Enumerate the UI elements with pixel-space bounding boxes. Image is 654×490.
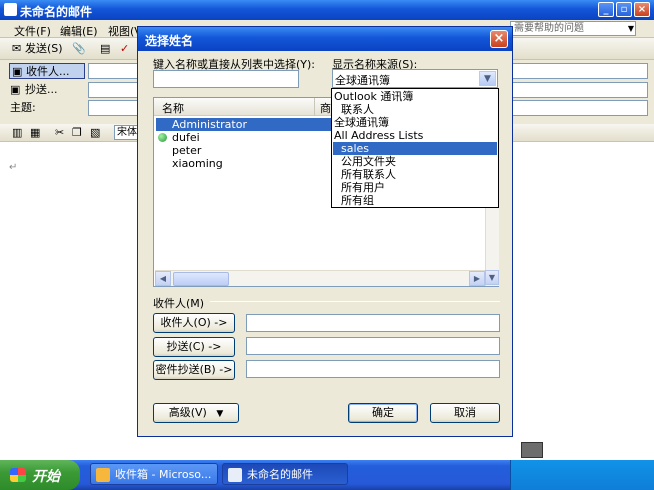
- ok-button[interactable]: 确定: [348, 403, 418, 423]
- taskbar-item-new-message[interactable]: 未命名的邮件: [222, 463, 348, 485]
- dropdown-option[interactable]: 全球通讯簿: [333, 116, 497, 129]
- menu-edit[interactable]: 编辑(E): [60, 23, 98, 39]
- system-tray: [510, 442, 654, 490]
- paste-icon[interactable]: ▧: [90, 126, 100, 139]
- horizontal-scrollbar[interactable]: ◀ ▶: [155, 270, 485, 286]
- print-icon[interactable]: ▥: [12, 126, 22, 139]
- font-name-box[interactable]: 宋体: [114, 125, 138, 140]
- subject-label: 主题:: [10, 101, 36, 114]
- list-item-name: dufei: [172, 131, 200, 144]
- list-item-name: Administrator: [172, 118, 247, 131]
- recipients-divider: [210, 301, 500, 302]
- dropdown-option[interactable]: All Address Lists: [333, 129, 497, 142]
- dropdown-option[interactable]: 联系人: [333, 103, 497, 116]
- cc-recipient-button[interactable]: 抄送(C) ->: [153, 337, 235, 357]
- presence-icon: [158, 133, 167, 142]
- address-source-combo[interactable]: 全球通讯簿 ▼: [332, 69, 498, 88]
- scroll-right-icon[interactable]: ▶: [469, 271, 485, 286]
- chevron-down-icon[interactable]: ▼: [479, 71, 496, 86]
- dropdown-option[interactable]: Outlook 通讯簿: [333, 90, 497, 103]
- list-item[interactable]: peter: [156, 144, 332, 157]
- window-titlebar: 未命名的邮件: [0, 0, 654, 20]
- bcc-recipients-field[interactable]: [246, 360, 500, 378]
- help-dropdown-icon[interactable]: ▼: [626, 21, 636, 36]
- dropdown-option[interactable]: 所有组: [333, 194, 497, 207]
- to-recipient-button[interactable]: 收件人(O) ->: [153, 313, 235, 333]
- help-search-input[interactable]: 需要帮助的问题: [510, 21, 636, 36]
- mail-icon: [228, 468, 242, 482]
- cc-recipients-field[interactable]: [246, 337, 500, 355]
- list-item[interactable]: xiaoming: [156, 157, 332, 170]
- scroll-thumb[interactable]: [173, 272, 229, 286]
- window-title: 未命名的邮件: [20, 5, 93, 19]
- cut-icon[interactable]: ✂: [55, 126, 64, 139]
- menu-file[interactable]: 文件(F): [14, 23, 51, 39]
- advanced-button[interactable]: 高级(V) ▼: [153, 403, 239, 423]
- dropdown-option[interactable]: 公用文件夹: [333, 155, 497, 168]
- source-value: 全球通讯簿: [335, 74, 390, 87]
- start-button[interactable]: 开始: [0, 460, 80, 490]
- list-item-name: xiaoming: [172, 157, 223, 170]
- chevron-down-icon: ▼: [216, 409, 224, 419]
- list-item[interactable]: Administrator: [156, 118, 332, 131]
- send-button[interactable]: 发送(S): [25, 41, 63, 57]
- address-book-icon: ▣: [12, 65, 23, 78]
- cancel-button[interactable]: 取消: [430, 403, 500, 423]
- scroll-down-icon[interactable]: ▼: [485, 270, 499, 285]
- save-icon[interactable]: ▦: [30, 126, 40, 139]
- dialog-close-button[interactable]: ×: [490, 30, 508, 48]
- send-icon: ✉: [12, 42, 22, 55]
- recipients-label: 收件人(M): [153, 297, 205, 310]
- minimize-button[interactable]: _: [598, 2, 614, 17]
- maximize-button[interactable]: ▫: [616, 2, 632, 17]
- list-item[interactable]: dufei: [156, 131, 332, 144]
- close-window-button[interactable]: ×: [634, 2, 650, 17]
- paragraph-mark: ↵: [9, 162, 18, 173]
- dialog-titlebar: 选择姓名 ×: [138, 27, 512, 51]
- address-book-icon[interactable]: ▤: [100, 41, 110, 57]
- column-name[interactable]: 名称: [162, 100, 184, 116]
- list-item-name: peter: [172, 144, 202, 157]
- check-names-icon[interactable]: ✓: [120, 41, 129, 57]
- name-search-input[interactable]: [153, 70, 299, 88]
- dropdown-option[interactable]: 所有用户: [333, 181, 497, 194]
- dropdown-option[interactable]: sales: [333, 142, 497, 155]
- to-recipients-field[interactable]: [246, 314, 500, 332]
- copy-icon[interactable]: ❐: [72, 126, 82, 139]
- windows-logo-icon: [10, 468, 26, 482]
- network-icon[interactable]: [521, 442, 543, 458]
- address-book-icon: ▣: [10, 83, 21, 96]
- address-source-dropdown[interactable]: Outlook 通讯簿 联系人 全球通讯簿 All Address Lists sale…: [331, 88, 499, 208]
- outlook-icon: [96, 468, 110, 482]
- mail-icon: [4, 3, 17, 16]
- dropdown-option[interactable]: 所有联系人: [333, 168, 497, 181]
- scroll-left-icon[interactable]: ◀: [155, 271, 171, 286]
- to-button[interactable]: ▣ 收件人...: [9, 63, 85, 79]
- taskbar-item-inbox[interactable]: 收件箱 - Microso...: [90, 463, 218, 485]
- attach-icon[interactable]: 📎: [72, 41, 86, 57]
- dialog-title: 选择姓名: [145, 34, 194, 48]
- bcc-recipient-button[interactable]: 密件抄送(B) ->: [153, 360, 235, 380]
